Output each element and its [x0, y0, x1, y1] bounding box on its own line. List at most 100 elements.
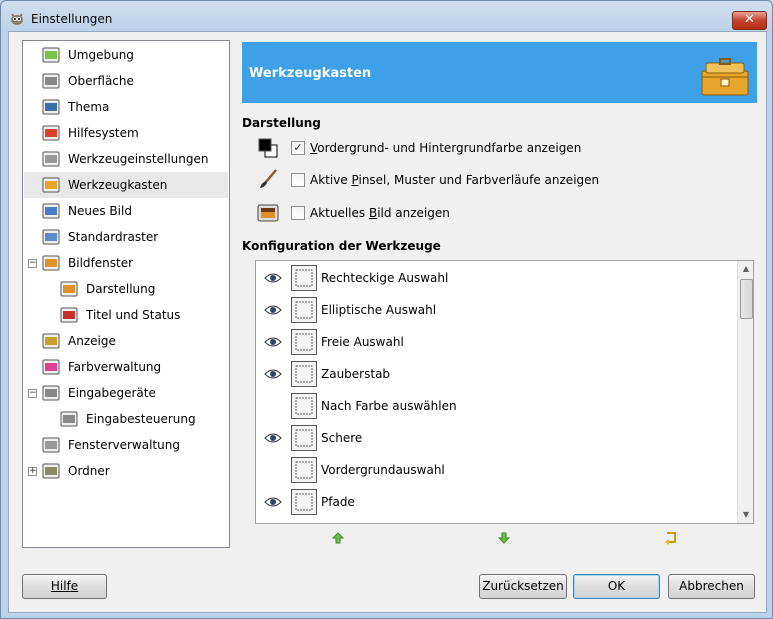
- sidebar-item-label: Umgebung: [68, 48, 134, 62]
- move-down-icon[interactable]: [496, 530, 512, 546]
- sidebar-item-label: Neues Bild: [68, 204, 132, 218]
- show-active-image-checkbox[interactable]: [291, 206, 305, 220]
- toolbox-large-icon: [701, 58, 749, 96]
- visibility-eye-icon[interactable]: [264, 304, 282, 316]
- folders-icon: [42, 463, 60, 479]
- sidebar-item[interactable]: + Ordner: [24, 458, 228, 484]
- fuzzy-select-icon: [291, 361, 317, 387]
- collapse-icon[interactable]: −: [28, 259, 37, 268]
- sidebar-item[interactable]: Anzeige: [24, 328, 228, 354]
- sidebar-item[interactable]: Darstellung: [24, 276, 228, 302]
- rect-select-icon: [291, 265, 317, 291]
- show-brush-pattern-gradient-label[interactable]: Aktive Pinsel, Muster und Farbverläufe a…: [310, 173, 599, 187]
- tool-row[interactable]: Schere: [256, 422, 736, 454]
- paths-icon: [291, 489, 317, 515]
- title-status-icon: [60, 307, 78, 323]
- tool-row[interactable]: Zauberstab: [256, 358, 736, 390]
- category-tree: Umgebung Oberfläche Thema Hilfesystem Werkze…: [22, 40, 230, 548]
- sidebar-item-label: Farbverwaltung: [68, 360, 162, 374]
- tool-row[interactable]: Rechteckige Auswahl: [256, 262, 736, 294]
- sidebar-item-label: Werkzeugkasten: [68, 178, 168, 192]
- foreground-select-icon: [291, 457, 317, 483]
- tools-list-scrollbar[interactable]: ▲ ▼: [737, 261, 753, 523]
- sidebar-item[interactable]: Umgebung: [24, 42, 228, 68]
- fg-bg-color-icon: [258, 138, 278, 158]
- theme-icon: [42, 99, 60, 115]
- sidebar-item[interactable]: Oberfläche: [24, 68, 228, 94]
- appearance-section-title: Darstellung: [242, 116, 321, 130]
- dialog-body: Umgebung Oberfläche Thema Hilfesystem Werkze…: [8, 31, 767, 613]
- help-button[interactable]: Hilfe: [22, 574, 107, 599]
- tool-options-icon: [42, 151, 60, 167]
- reset-button[interactable]: Zurücksetzen: [479, 574, 567, 599]
- tool-row[interactable]: Nach Farbe auswählen: [256, 390, 736, 422]
- visibility-eye-icon[interactable]: [264, 368, 282, 380]
- show-brush-pattern-gradient-checkbox[interactable]: [291, 173, 305, 187]
- select-by-color-icon: [291, 393, 317, 419]
- move-up-icon[interactable]: [330, 530, 346, 546]
- tool-label: Schere: [321, 431, 363, 445]
- input-controllers-icon: [60, 411, 78, 427]
- visibility-eye-icon[interactable]: [264, 272, 282, 284]
- cancel-button[interactable]: Abbrechen: [668, 574, 755, 599]
- sidebar-item[interactable]: Eingabesteuerung: [24, 406, 228, 432]
- tool-label: Rechteckige Auswahl: [321, 271, 449, 285]
- sidebar-item-label: Oberfläche: [68, 74, 134, 88]
- title-bar[interactable]: Einstellungen ✕: [1, 1, 772, 35]
- reset-order-icon[interactable]: [663, 530, 679, 546]
- image-window-icon: [42, 255, 60, 271]
- scroll-up-arrow-icon[interactable]: ▲: [741, 264, 751, 274]
- tool-row[interactable]: Elliptische Auswahl: [256, 294, 736, 326]
- tool-label: Freie Auswahl: [321, 335, 404, 349]
- interface-icon: [42, 73, 60, 89]
- window-title: Einstellungen: [31, 12, 113, 26]
- visibility-eye-icon[interactable]: [264, 336, 282, 348]
- window-management-icon: [42, 437, 60, 453]
- display-icon: [42, 333, 60, 349]
- tool-row[interactable]: Vordergrundauswahl: [256, 454, 736, 486]
- sidebar-item-label: Eingabesteuerung: [86, 412, 196, 426]
- environment-icon: [42, 47, 60, 63]
- active-image-icon: [257, 204, 279, 222]
- scroll-down-arrow-icon[interactable]: ▼: [741, 510, 751, 520]
- sidebar-item[interactable]: − Eingabegeräte: [24, 380, 228, 406]
- brush-icon: [260, 169, 277, 188]
- show-active-image-label[interactable]: Aktuelles Bild anzeigen: [310, 206, 450, 220]
- expand-icon[interactable]: +: [28, 467, 37, 476]
- visibility-eye-icon[interactable]: [264, 432, 282, 444]
- sidebar-item[interactable]: Standardraster: [24, 224, 228, 250]
- tool-label: Zauberstab: [321, 367, 391, 381]
- collapse-icon[interactable]: −: [28, 389, 37, 398]
- sidebar-item[interactable]: Neues Bild: [24, 198, 228, 224]
- tool-label: Elliptische Auswahl: [321, 303, 437, 317]
- input-devices-icon: [42, 385, 60, 401]
- sidebar-item[interactable]: Titel und Status: [24, 302, 228, 328]
- sidebar-item[interactable]: Hilfesystem: [24, 120, 228, 146]
- sidebar-item[interactable]: Werkzeugkasten: [24, 172, 228, 198]
- sidebar-item-label: Hilfesystem: [68, 126, 139, 140]
- tool-row[interactable]: Freie Auswahl: [256, 326, 736, 358]
- show-fg-bg-label[interactable]: Vordergrund- und Hintergrundfarbe anzeig…: [310, 141, 581, 155]
- scrollbar-thumb[interactable]: [740, 279, 753, 319]
- tool-label: Pfade: [321, 495, 355, 509]
- ok-button[interactable]: OK: [573, 574, 660, 599]
- show-fg-bg-checkbox[interactable]: ✓: [291, 141, 305, 155]
- page-title: Werkzeugkasten: [249, 66, 372, 81]
- sidebar-item[interactable]: Farbverwaltung: [24, 354, 228, 380]
- sidebar-item[interactable]: Fensterverwaltung: [24, 432, 228, 458]
- help-system-icon: [42, 125, 60, 141]
- preferences-window: Einstellungen ✕ Umgebung Oberfläche Thema H…: [0, 0, 773, 619]
- close-button[interactable]: ✕: [732, 11, 767, 30]
- appearance-icon: [60, 281, 78, 297]
- visibility-eye-icon[interactable]: [264, 496, 282, 508]
- sidebar-item[interactable]: Thema: [24, 94, 228, 120]
- option-row: Aktive Pinsel, Muster und Farbverläufe a…: [257, 168, 599, 190]
- option-row: ✓ Vordergrund- und Hintergrundfarbe anze…: [257, 137, 581, 159]
- sidebar-item-label: Eingabegeräte: [68, 386, 156, 400]
- ellipse-select-icon: [291, 297, 317, 323]
- sidebar-item[interactable]: Werkzeugeinstellungen: [24, 146, 228, 172]
- sidebar-item[interactable]: − Bildfenster: [24, 250, 228, 276]
- toolbox-icon: [42, 177, 60, 193]
- tool-row[interactable]: Pfade: [256, 486, 736, 518]
- sidebar-item-label: Standardraster: [68, 230, 159, 244]
